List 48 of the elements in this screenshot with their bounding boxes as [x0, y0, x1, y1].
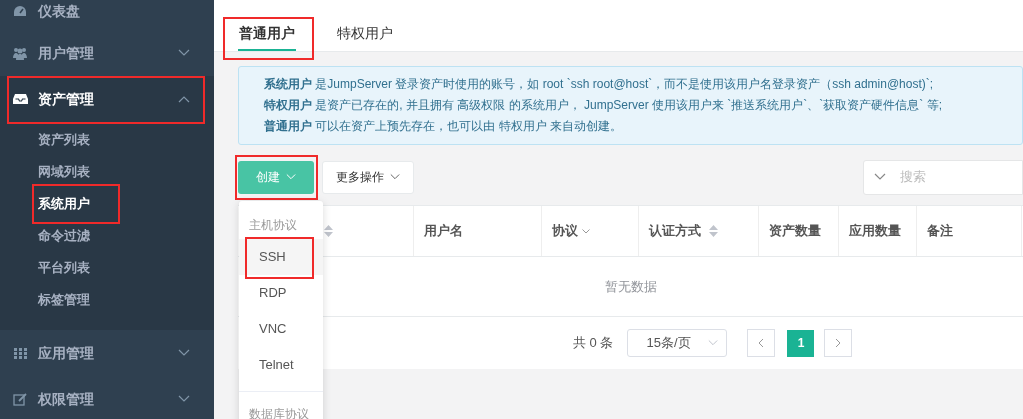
sidebar-item[interactable]: 资产管理 — [0, 76, 214, 122]
more-actions-button[interactable]: 更多操作 — [322, 160, 414, 194]
sidebar-item[interactable]: 权限管理 — [0, 376, 214, 419]
chevron-left-icon — [758, 338, 765, 348]
notice-text: 特权用户 是资产已存在的, 并且拥有 高级权限 的系统用户， JumpServer 使用该用户来 `推送系统用户`、`获取资产硬件信息` 等; — [264, 97, 943, 114]
chevron-down-icon — [708, 339, 719, 347]
page-size-select[interactable]: 15条/页 — [627, 329, 728, 357]
tab[interactable]: 普通用户 — [238, 17, 296, 51]
submenu-item[interactable]: 网域列表 — [0, 156, 214, 188]
next-page-button[interactable] — [824, 329, 853, 357]
chevron-down-icon — [178, 349, 190, 357]
sidebar-item[interactable]: 用户管理 — [0, 30, 214, 76]
menu-item[interactable]: VNC — [239, 311, 323, 347]
notice-text: 普通用户 可以在资产上预先存在，也可以由 特权用户 来自动创建。 — [264, 118, 623, 135]
submenu-item[interactable]: 系统用户 — [0, 188, 214, 220]
empty-text: 暂无数据 — [604, 277, 657, 296]
menu-group-label: 主机协议 — [248, 217, 298, 234]
total-count: 共 0 条 — [573, 334, 614, 353]
menu-item[interactable]: Telnet — [239, 347, 323, 383]
column-header[interactable]: 备注 — [917, 206, 1022, 256]
previous-page-button[interactable] — [747, 329, 776, 357]
submenu-item[interactable]: 标签管理 — [0, 284, 214, 316]
grid-icon — [13, 347, 27, 359]
inbox-icon — [12, 93, 28, 105]
submenu-item[interactable]: 命令过滤 — [0, 220, 214, 252]
chevron-down-icon — [874, 173, 886, 181]
chevron-down-icon — [286, 173, 296, 181]
column-header[interactable]: 应用数量 — [839, 206, 917, 256]
notice-text: 系统用户 是JumpServer 登录资产时使用的账号，如 root `ssh root@host`，而不是使用该用户名登录资产（ssh admin@host)`; — [264, 76, 935, 93]
edit-icon — [13, 392, 27, 406]
chevron-up-icon — [178, 95, 190, 103]
menu-item[interactable]: RDP — [239, 275, 323, 311]
column-header[interactable]: 用户名 — [414, 206, 542, 256]
submenu-item[interactable]: 平台列表 — [0, 252, 214, 284]
column-header[interactable]: 资产数量 — [759, 206, 839, 256]
tab[interactable]: 特权用户 — [336, 17, 394, 51]
column-header[interactable]: 协议 — [542, 206, 639, 256]
chevron-down-icon — [178, 395, 190, 403]
chevron-down-icon — [178, 49, 190, 57]
sidebar-item[interactable]: 仪表盘 — [0, 0, 214, 22]
menu-group-label: 数据库协议 — [248, 406, 310, 419]
gauge-icon — [13, 5, 27, 17]
submenu-item[interactable]: 资产列表 — [0, 124, 214, 156]
users-icon — [12, 46, 28, 60]
chevron-right-icon — [835, 338, 842, 348]
chevron-down-icon — [390, 173, 400, 181]
sidebar-item[interactable]: 应用管理 — [0, 330, 214, 376]
column-header[interactable]: 认证方式 — [639, 206, 759, 256]
